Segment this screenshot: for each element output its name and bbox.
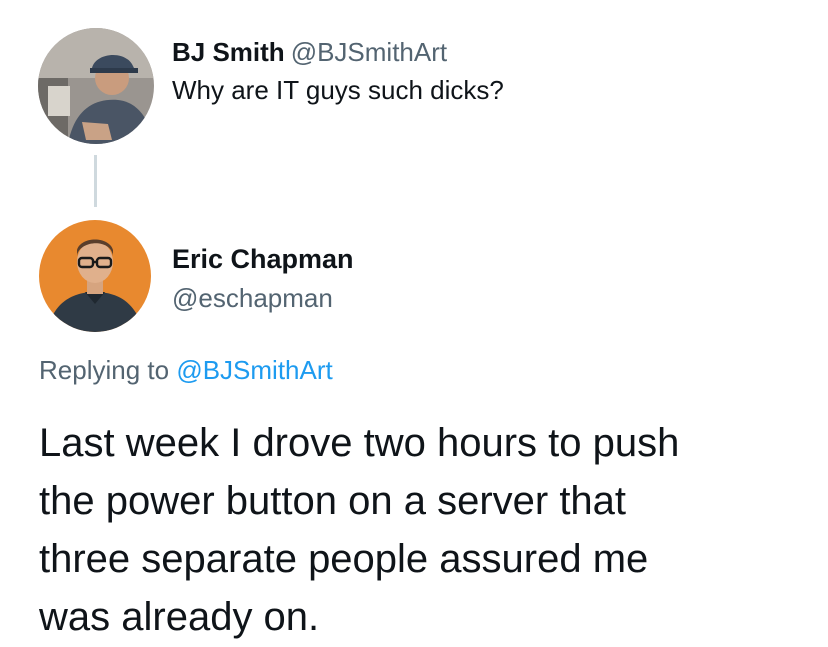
replying-to: Replying to @BJSmithArt	[39, 354, 333, 386]
parent-author-name[interactable]: BJ Smith	[172, 37, 285, 67]
profile-photo-icon	[38, 28, 154, 144]
replying-to-label: Replying to	[39, 355, 170, 385]
replying-to-mention-link[interactable]: @BJSmithArt	[176, 355, 332, 385]
reply-text-line: was already on.	[39, 595, 320, 639]
reply-text-line: three separate people assured me	[39, 537, 649, 581]
bj-smith-avatar[interactable]	[38, 28, 154, 144]
eric-chapman-avatar[interactable]	[39, 220, 151, 332]
reply-tweet-text: Last week I drove two hours to push the …	[39, 414, 799, 646]
parent-tweet-header: BJ Smith @BJSmithArt	[172, 36, 447, 68]
reply-author-handle[interactable]: @eschapman	[172, 282, 333, 314]
parent-author-handle[interactable]: @BJSmithArt	[291, 37, 447, 67]
reply-author-name[interactable]: Eric Chapman	[172, 242, 354, 276]
reply-text-line: the power button on a server that	[39, 479, 627, 523]
reply-text-line: Last week I drove two hours to push	[39, 421, 680, 465]
profile-photo-icon	[39, 220, 151, 332]
parent-tweet: BJ Smith @BJSmithArt Why are IT guys such…	[38, 28, 798, 148]
parent-tweet-text: Why are IT guys such dicks?	[172, 75, 504, 105]
thread-connector-line	[94, 155, 97, 207]
